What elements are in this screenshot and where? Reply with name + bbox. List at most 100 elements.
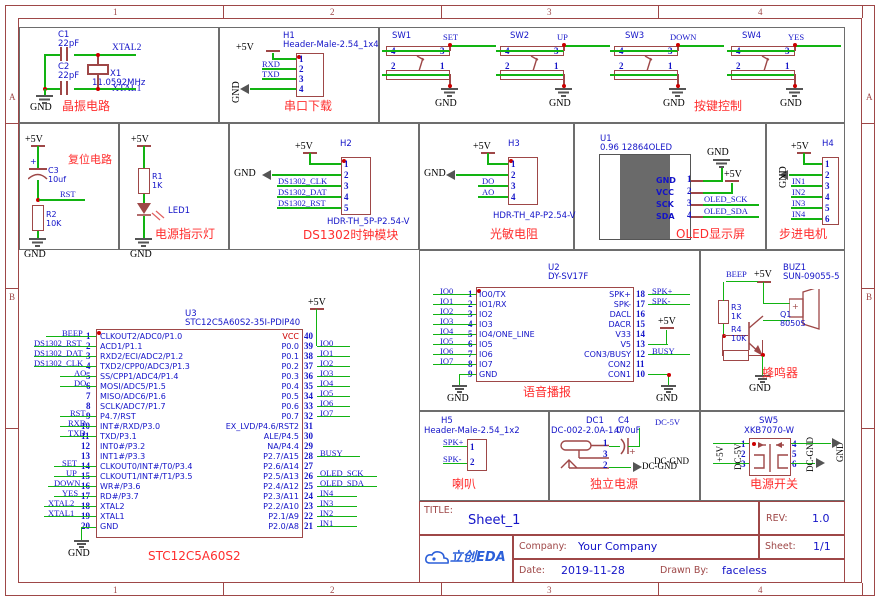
net-io2: IO2 — [440, 306, 454, 316]
h3-designator: H3 — [508, 139, 520, 149]
net-down: DOWN — [54, 478, 81, 488]
u2-right-pin-10: 10 — [636, 369, 645, 379]
wire — [713, 443, 749, 445]
wire — [250, 88, 296, 90]
u1-pin-name-sda: SDA — [656, 212, 675, 221]
u2-value: DY-SV17F — [548, 272, 589, 282]
u3-left-name-16: WR#/P3.6 — [100, 482, 141, 491]
net-rxd: RXD — [68, 418, 86, 428]
power-bar — [725, 180, 739, 182]
rev-value: 1.0 — [812, 512, 830, 525]
u1-pin-name-vcc: VCC — [656, 188, 674, 197]
net-txd: TXD — [262, 69, 280, 79]
frame-tick — [862, 583, 863, 596]
h4-pin-2: 2 — [825, 170, 830, 180]
u3-left-name-5: SS/CPP1/ADC4/P1.4 — [100, 372, 179, 381]
gnd-symbol — [555, 88, 572, 97]
u3-left-name-3: RXD2/ECI/ADC2/P1.2 — [100, 352, 184, 361]
c3-designator: C3 — [48, 166, 59, 175]
junction-dot — [676, 43, 680, 47]
frame-tick — [862, 5, 863, 18]
gnd-arrow — [446, 170, 455, 180]
c4-designator: C4 — [618, 416, 630, 426]
pin-line — [691, 204, 703, 206]
h2-designator: H2 — [340, 139, 352, 149]
u3-right-pin-24: 24 — [304, 491, 313, 501]
pin-line — [691, 216, 703, 218]
gnd-symbol — [36, 95, 53, 104]
u3-right-name-39: P0.0 — [281, 342, 299, 351]
wire — [143, 216, 145, 238]
u3-left-name-12: INT0#/P3.2 — [100, 442, 146, 451]
wire — [37, 180, 39, 200]
net-spk-plus: SPK+ — [443, 437, 464, 447]
net-dc-5v: DC-5V — [733, 443, 743, 471]
u2-right-pin-11: 11 — [636, 359, 645, 369]
u3-left-name-2: ACD1/P1.1 — [100, 342, 143, 351]
schematic-sheet: 1 2 3 4 1 2 3 4 A B A B C1 22pF C2 22pF … — [0, 0, 880, 601]
sw2-pin-1: 1 — [554, 61, 559, 71]
dc1-pin-1: 1 — [603, 438, 608, 448]
q1-value: 8050S — [780, 319, 806, 328]
u1-pin-name-gnd: GND — [656, 176, 676, 185]
caption-power: 独立电源 — [590, 477, 639, 491]
net-in4: IN4 — [320, 488, 334, 498]
caption-powerled: 电源指示灯 — [155, 227, 216, 241]
h4-pin-4: 4 — [825, 192, 830, 202]
u2-left-name-6: IO5 — [479, 340, 493, 349]
junction-dot — [96, 53, 100, 57]
net-rst: RST — [70, 408, 86, 418]
wire — [450, 45, 496, 47]
wire — [382, 74, 450, 76]
net-xtal2: XTAL2 — [112, 43, 142, 53]
net-in1: IN1 — [320, 518, 334, 528]
u3-right-name-23: P2.2/A10 — [263, 502, 299, 511]
junction-dot — [96, 87, 100, 91]
power-label-5v: +5V — [724, 169, 742, 180]
frame-row-b-right: B — [866, 292, 873, 302]
u3-left-pin-7: 7 — [86, 391, 91, 401]
frame-tick — [5, 288, 18, 289]
u3-right-name-22: P2.1/A9 — [268, 512, 299, 521]
cap-plate — [66, 47, 68, 61]
u3-right-pin-21: 21 — [304, 521, 313, 531]
h4-pin-3: 3 — [825, 181, 830, 191]
net-ds1302-rst: DS1302_RST — [278, 198, 326, 208]
r2-designator: R2 — [46, 210, 57, 219]
frame-tick — [5, 428, 18, 429]
u3-right-name-24: P2.3/A11 — [263, 492, 299, 501]
h2-pin-2: 2 — [344, 170, 349, 180]
u3-left-name-20: GND — [100, 522, 119, 531]
u3-right-pin-40: 40 — [304, 331, 313, 341]
sw3-designator: SW3 — [625, 31, 645, 41]
u2-right-name-18: SPK+ — [609, 290, 631, 299]
u3-right-name-36: P0.3 — [281, 372, 299, 381]
u3-left-name-17: RD#/P3.7 — [100, 492, 139, 501]
net-oled-sda: OLED_SDA — [704, 206, 748, 216]
h4-pin-1: 1 — [825, 159, 830, 169]
wire — [459, 374, 461, 385]
net-io0: IO0 — [320, 338, 334, 348]
junction-dot — [448, 43, 452, 47]
net-dc-gnd-left: DC-GND — [654, 456, 689, 466]
frame-col-4-bottom: 4 — [758, 585, 763, 595]
net-spk-minus: SPK- — [652, 296, 671, 306]
net-up: UP — [66, 468, 77, 478]
u3-right-pin-34: 34 — [304, 391, 313, 401]
gnd-label: GND — [663, 98, 685, 109]
cap-plate — [66, 81, 68, 95]
u3-right-pin-28: 28 — [304, 451, 313, 461]
net-ds1302-clk: DS1302_CLK — [278, 176, 328, 186]
net-do: DO — [482, 176, 495, 186]
net-beep: BEEP — [62, 328, 83, 338]
wire — [74, 54, 136, 56]
h3-pin-4: 4 — [511, 192, 516, 202]
u3-right-name-28: P2.7/A15 — [263, 452, 299, 461]
u3-right-name-31: EX_LVD/P4.6/RST2 — [225, 422, 299, 431]
power-label-5v: +5V — [754, 269, 772, 280]
wire — [610, 50, 678, 52]
u3-right-pin-33: 33 — [304, 401, 313, 411]
sw4-pin-1: 1 — [785, 61, 790, 71]
gnd-symbol — [786, 88, 803, 97]
sw5-contacts — [754, 442, 788, 472]
